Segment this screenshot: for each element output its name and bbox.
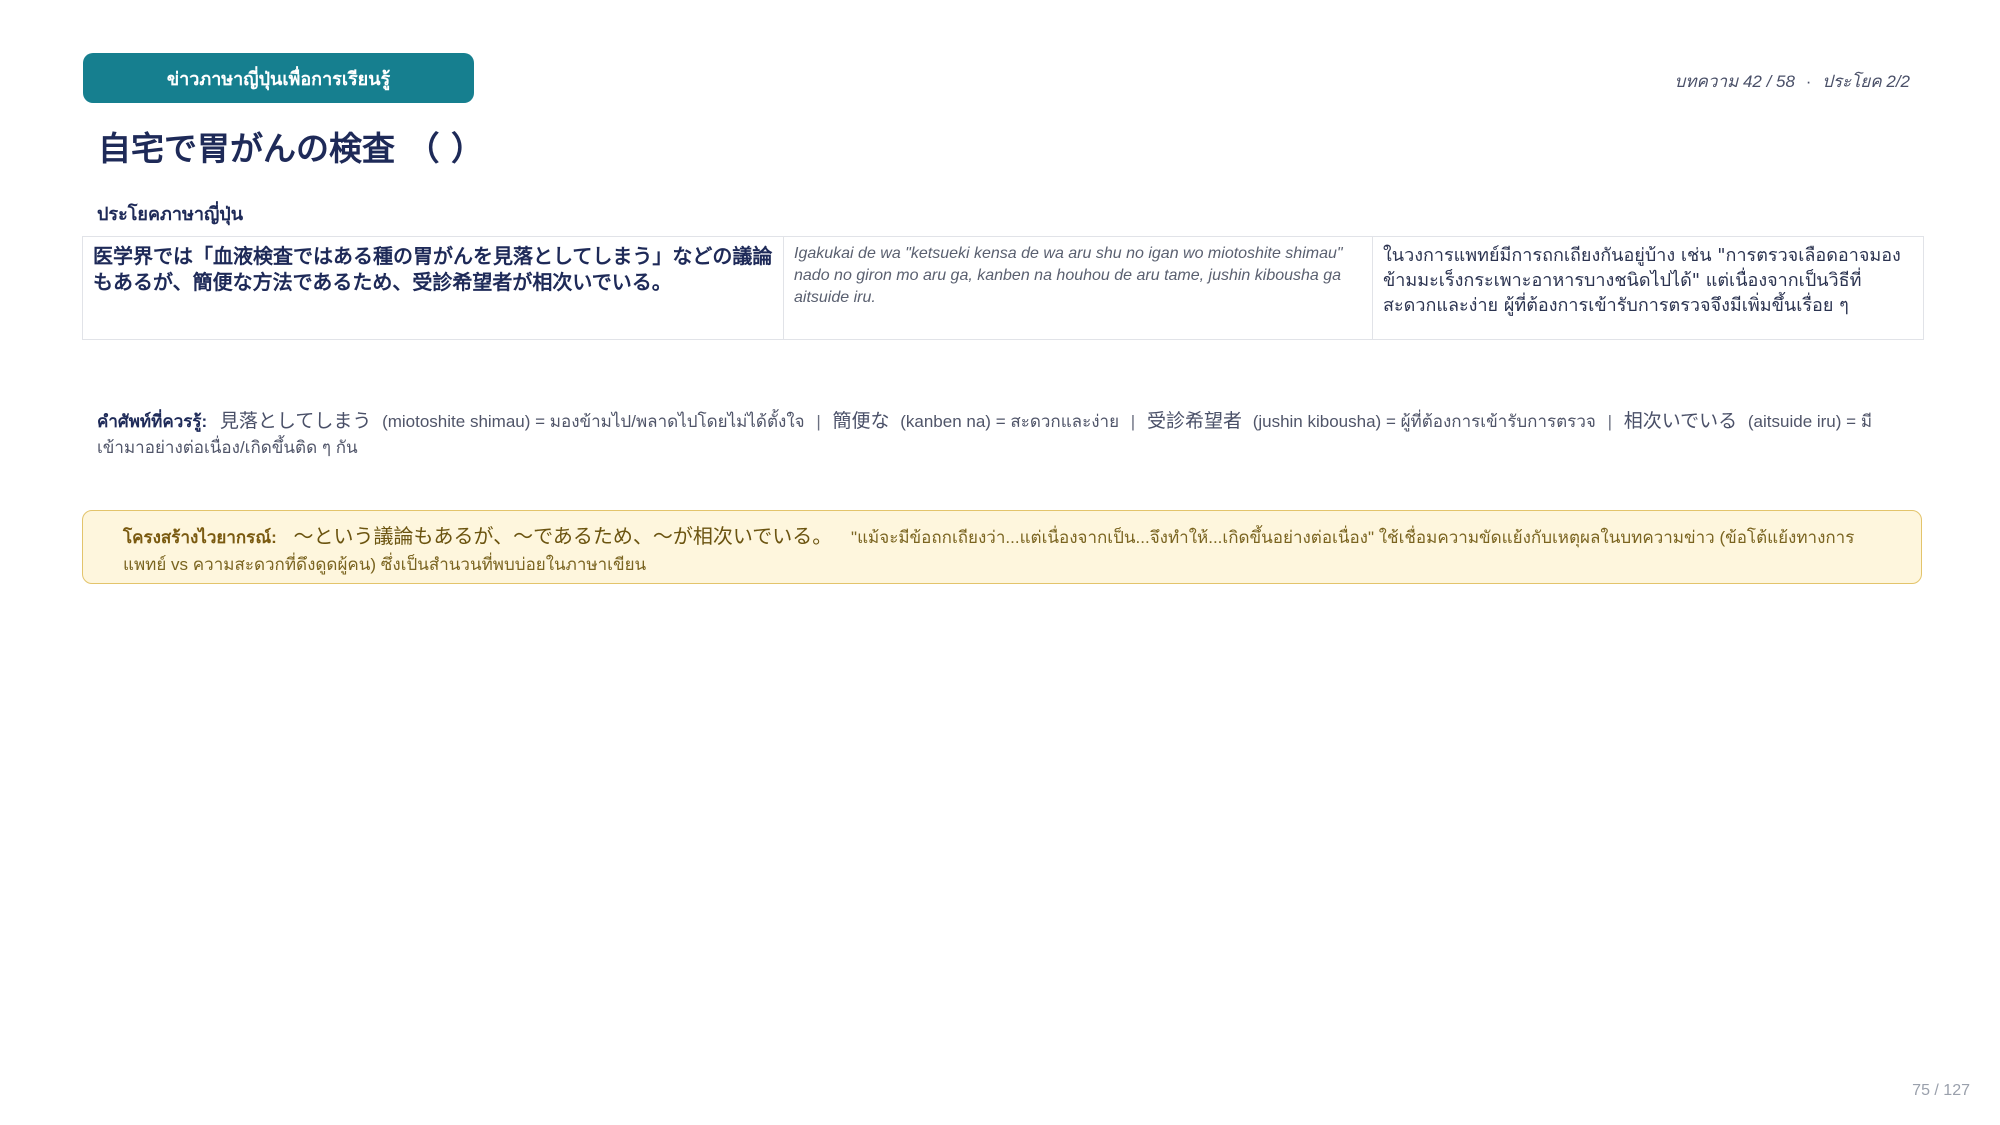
table-row: 医学界では「血液検査ではある種の胃がんを見落としてしまう」などの議論もあるが、簡…	[82, 236, 1924, 340]
vocab-reading: (jushin kibousha)	[1252, 412, 1382, 431]
romaji-sentence: Igakukai de wa "ketsueki kensa de wa aru…	[783, 236, 1373, 340]
section-badge: ข่าวภาษาญี่ปุ่นเพื่อการเรียนรู้	[83, 53, 474, 103]
vocab-reading: (kanben na)	[900, 412, 991, 431]
sentence-position: 2/2	[1886, 72, 1910, 91]
meta-separator: ·	[1805, 72, 1812, 91]
article-label: บทความ	[1674, 72, 1739, 91]
vocabulary-list: คำศัพท์ที่ควรรู้: 見落としてしまう (miotoshite s…	[97, 408, 1897, 461]
page-number: 75 / 127	[1912, 1082, 1970, 1099]
vocab-meaning: = ผู้ที่ต้องการเข้ารับการตรวจ	[1385, 412, 1596, 431]
japanese-sentence: 医学界では「血液検査ではある種の胃がんを見落としてしまう」などの議論もあるが、簡…	[82, 236, 784, 340]
vocab-reading: (aitsuide iru)	[1747, 412, 1842, 431]
sentence-label: ประโยค	[1822, 72, 1882, 91]
vocab-item: 受診希望者 (jushin kibousha) = ผู้ที่ต้องการเ…	[1142, 410, 1600, 432]
vocab-separator: |	[1130, 412, 1136, 431]
vocab-meaning: = สะดวกและง่าย	[995, 412, 1120, 431]
vocab-item: 簡便な (kanben na) = สะดวกและง่าย	[828, 410, 1124, 432]
section-subheading: ประโยคภาษาญี่ปุ่น	[97, 204, 244, 225]
vocab-word: 見落としてしまう	[219, 410, 372, 432]
vocab-word: 簡便な	[832, 410, 890, 432]
thai-translation: ในวงการแพทย์มีการถกเถียงกันอยู่บ้าง เช่น…	[1372, 236, 1924, 340]
vocab-item: 見落としてしまう (miotoshite shimau) = มองข้ามไป…	[219, 410, 809, 432]
progress-indicator: บทความ 42 / 58 · ประโยค 2/2	[1675, 68, 1910, 95]
article-position: 42 / 58	[1742, 72, 1795, 91]
grammar-label: โครงสร้างไวยากรณ์:	[123, 528, 277, 547]
vocabulary-label: คำศัพท์ที่ควรรู้:	[97, 412, 208, 431]
sentence-table: 医学界では「血液検査ではある種の胃がんを見落としてしまう」などの議論もあるが、簡…	[82, 236, 1924, 340]
vocab-word: 相次いでいる	[1623, 410, 1738, 432]
vocab-separator: |	[1607, 412, 1612, 431]
vocab-word: 受診希望者	[1146, 410, 1242, 432]
grammar-note: โครงสร้างไวยากรณ์: ～という議論もあるが、～であるため、～が相…	[82, 510, 1922, 584]
vocab-separator: |	[816, 412, 821, 431]
article-title: 自宅で胃がんの検査 （ ）	[98, 129, 484, 168]
grammar-pattern: ～という議論もあるが、～であるため、～が相次いでいる。	[293, 524, 833, 548]
vocab-meaning: = มองข้ามไป/พลาดไปโดยไม่ได้ตั้งใจ	[535, 412, 805, 431]
vocab-reading: (miotoshite shimau)	[382, 412, 531, 431]
